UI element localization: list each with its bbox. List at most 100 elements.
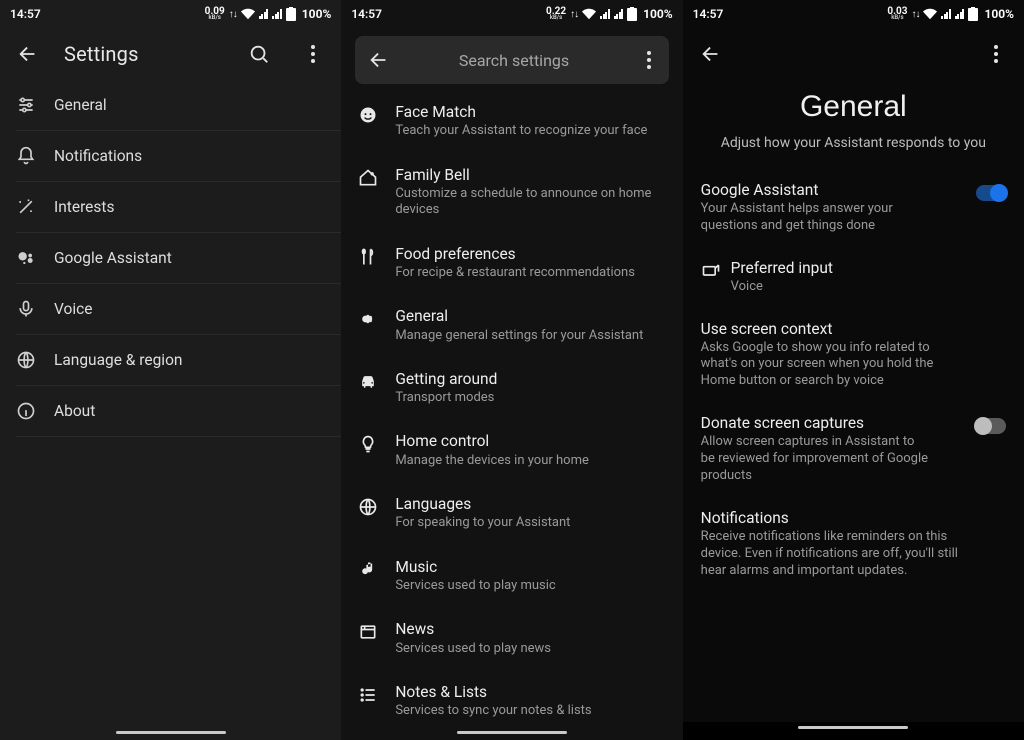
wand-icon: [16, 197, 54, 217]
status-time: 14:57: [351, 7, 382, 21]
panel-settings: 14:57 0.09kB/s ↑↓ 100% Settings General: [0, 0, 341, 740]
row-donate-captures[interactable]: Donate screen captures Allow screen capt…: [701, 404, 1006, 499]
battery-icon: [286, 7, 296, 21]
item-subtitle: Services used to play news: [395, 641, 655, 657]
nav-item-label: Google Assistant: [54, 249, 341, 267]
nav-item-about[interactable]: About: [16, 386, 341, 437]
item-family-bell[interactable]: Family BellCustomize a schedule to annou…: [355, 153, 668, 232]
overflow-button[interactable]: [635, 42, 663, 78]
nav-item-general[interactable]: General: [16, 80, 341, 131]
item-title: General: [395, 307, 668, 326]
nav-item-notifications[interactable]: Notifications: [16, 131, 341, 182]
row-screen-context[interactable]: Use screen context Asks Google to show y…: [701, 310, 1006, 405]
wifi-icon: [923, 7, 937, 24]
search-bar[interactable]: Search settings: [355, 36, 668, 84]
assistant-icon: [16, 248, 54, 268]
toggle-donate-captures[interactable]: [976, 418, 1006, 434]
panel-general: 14:57 0.03kB/s ↑↓ 100% General Adjust ho…: [683, 0, 1024, 740]
row-subtitle: Voice: [731, 279, 962, 296]
item-music[interactable]: MusicServices used to play music: [355, 545, 668, 608]
item-food-preferences[interactable]: Food preferencesFor recipe & restaurant …: [355, 232, 668, 295]
nav-bar[interactable]: [341, 731, 682, 734]
back-button[interactable]: [10, 36, 46, 72]
gear-icon: [355, 307, 381, 329]
status-time: 14:57: [10, 7, 41, 21]
item-title: Home control: [395, 432, 668, 451]
item-face-match[interactable]: Face MatchTeach your Assistant to recogn…: [355, 90, 668, 153]
search-placeholder: Search settings: [403, 51, 624, 70]
item-subtitle: Manage the devices in your home: [395, 453, 655, 469]
item-languages[interactable]: LanguagesFor speaking to your Assistant: [355, 482, 668, 545]
data-rate: 0.09kB/s: [205, 8, 225, 21]
wifi-icon: [241, 7, 255, 24]
news-icon: [355, 620, 381, 642]
status-bar: 14:57 0.22kB/s ↑↓ 100%: [341, 0, 682, 28]
sliders-icon: [16, 95, 54, 115]
row-subtitle: Receive notifications like reminders on …: [701, 529, 962, 580]
bulb-icon: [355, 432, 381, 454]
face-icon: [355, 103, 381, 125]
page-title: Settings: [64, 42, 223, 66]
nav-item-assistant[interactable]: Google Assistant: [16, 233, 341, 284]
row-notifications[interactable]: Notifications Receive notifications like…: [701, 499, 1006, 594]
row-google-assistant[interactable]: Google Assistant Your Assistant helps an…: [701, 171, 1006, 249]
toggle-google-assistant[interactable]: [976, 185, 1006, 201]
nav-item-interests[interactable]: Interests: [16, 182, 341, 233]
item-notes-lists[interactable]: Notes & ListsServices to sync your notes…: [355, 670, 668, 733]
item-title: News: [395, 620, 668, 639]
nav-item-label: Voice: [54, 300, 341, 318]
nav-item-voice[interactable]: Voice: [16, 284, 341, 335]
item-title: Family Bell: [395, 166, 668, 185]
row-preferred-input[interactable]: Preferred input Voice: [701, 249, 1006, 310]
row-title: Donate screen captures: [701, 414, 962, 432]
battery-icon: [627, 7, 637, 21]
row-title: Use screen context: [701, 320, 962, 338]
signal-icon: [614, 9, 624, 19]
battery-percent: 100%: [643, 7, 673, 21]
data-arrows-icon: ↑↓: [911, 9, 919, 20]
status-time: 14:57: [693, 7, 724, 21]
item-home-control[interactable]: Home control Manage the devices in your h…: [355, 419, 668, 482]
item-subtitle: Customize a schedule to announce on home…: [395, 186, 655, 219]
item-title: Food preferences: [395, 245, 668, 264]
assistant-settings-list: Face MatchTeach your Assistant to recogn…: [341, 90, 682, 733]
row-title: Notifications: [701, 509, 962, 527]
panel-assistant-settings: 14:57 0.22kB/s ↑↓ 100% Search settings F…: [341, 0, 682, 740]
overflow-button[interactable]: [295, 36, 331, 72]
item-subtitle: Manage general settings for your Assista…: [395, 328, 655, 344]
back-button[interactable]: [365, 42, 393, 78]
overflow-button[interactable]: [978, 36, 1014, 72]
search-button[interactable]: [241, 36, 277, 72]
nav-bar[interactable]: [0, 731, 341, 734]
item-subtitle: Services to sync your notes & lists: [395, 703, 655, 719]
item-subtitle: For speaking to your Assistant: [395, 515, 655, 531]
nav-bar[interactable]: [683, 722, 1024, 740]
row-title: Google Assistant: [701, 181, 962, 199]
settings-list: General Notifications Interests Google A…: [0, 80, 341, 437]
nav-item-label: Interests: [54, 198, 341, 216]
signal-icon: [955, 9, 965, 19]
mic-icon: [16, 299, 54, 319]
item-general[interactable]: General Manage general settings for your …: [355, 294, 668, 357]
music-icon: [355, 558, 381, 580]
signal-icon: [600, 9, 610, 19]
app-bar: Settings: [0, 28, 341, 80]
item-subtitle: Teach your Assistant to recognize your f…: [395, 123, 655, 139]
back-button[interactable]: [693, 36, 729, 72]
bell-icon: [16, 146, 54, 166]
list-icon: [355, 683, 381, 705]
signal-icon: [272, 9, 282, 19]
nav-item-label: Notifications: [54, 147, 341, 165]
row-subtitle: Your Assistant helps answer your questio…: [701, 201, 901, 235]
item-news[interactable]: News Services used to play news: [355, 607, 668, 670]
battery-percent: 100%: [984, 7, 1014, 21]
item-title: Getting around: [395, 370, 668, 389]
item-getting-around[interactable]: Getting aroundTransport modes: [355, 357, 668, 420]
status-bar: 14:57 0.03kB/s ↑↓ 100%: [683, 0, 1024, 28]
wifi-icon: [582, 7, 596, 24]
page-header: General Adjust how your Assistant respon…: [683, 80, 1024, 171]
nav-item-label: About: [54, 402, 341, 420]
item-title: Music: [395, 558, 668, 577]
home-bell-icon: [355, 166, 381, 188]
nav-item-language[interactable]: Language & region: [16, 335, 341, 386]
